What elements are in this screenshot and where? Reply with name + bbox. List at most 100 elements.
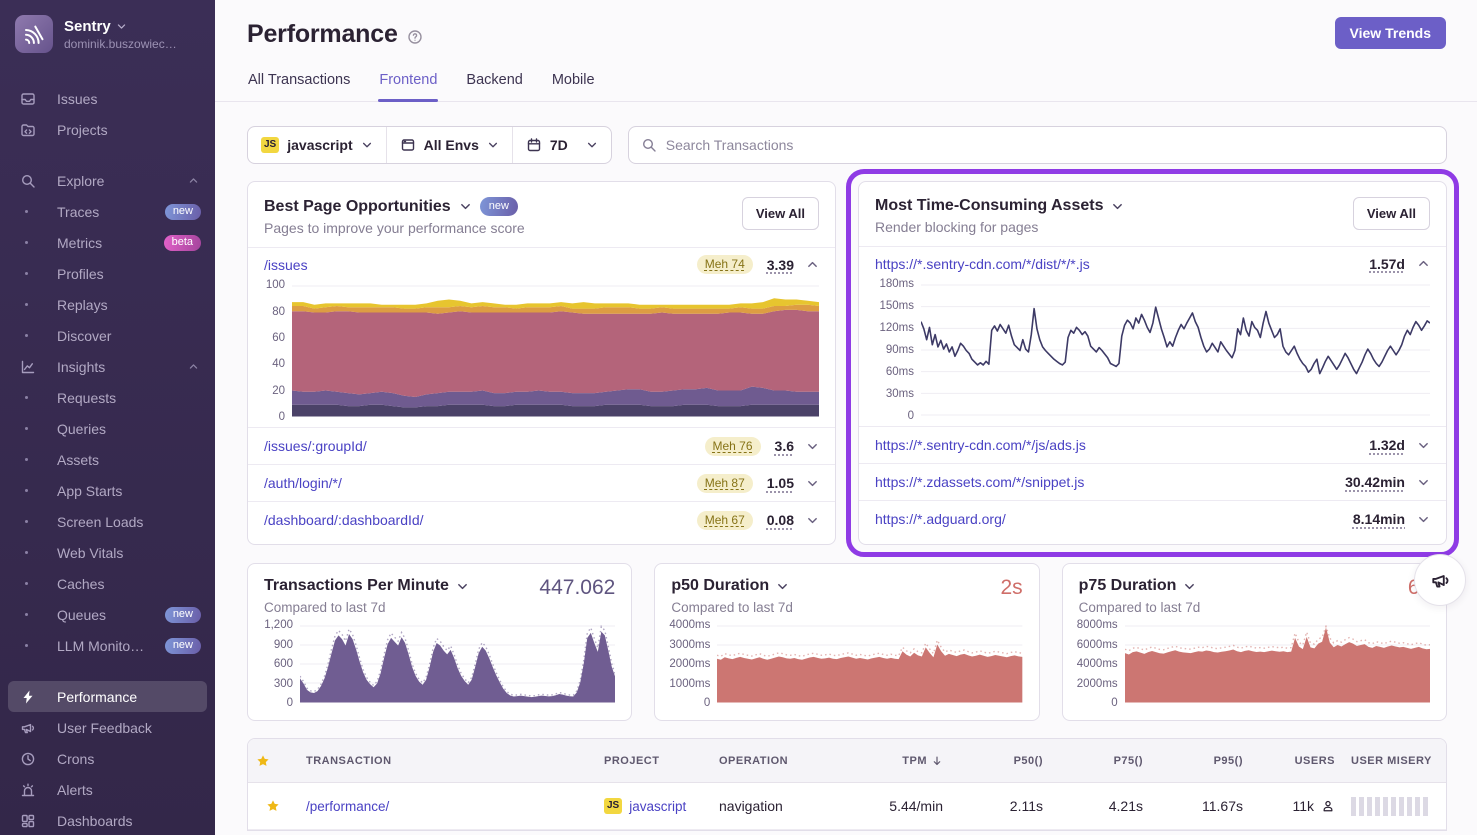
- sidebar-item-replays[interactable]: Replays: [0, 289, 215, 320]
- card-title[interactable]: Most Time-Consuming Assets: [875, 197, 1103, 215]
- column-p75[interactable]: P75(): [1051, 755, 1151, 767]
- row-value[interactable]: 1.05: [767, 475, 794, 491]
- chevron-down-icon[interactable]: [806, 477, 819, 490]
- asset-link[interactable]: https://*.sentry-cdn.com/*/js/ads.js: [875, 437, 1086, 453]
- sidebar-item-queries[interactable]: Queries: [0, 413, 215, 444]
- sidebar-item-caches[interactable]: Caches: [0, 568, 215, 599]
- sidebar-item-screen-loads[interactable]: Screen Loads: [0, 506, 215, 537]
- transaction-link[interactable]: /performance/: [306, 799, 389, 814]
- column-tpm[interactable]: TPM: [823, 755, 951, 767]
- transaction-link[interactable]: /issues: [264, 257, 308, 273]
- card-subtitle: Compared to last 7d: [671, 600, 1022, 615]
- row-value[interactable]: 0.08: [767, 512, 794, 528]
- new-badge: new: [480, 197, 518, 216]
- chevron-down-icon[interactable]: [459, 200, 472, 213]
- card-rows: /issues/:groupId/ Meh 76 3.6 /auth/login…: [248, 427, 835, 538]
- chevron-down-icon[interactable]: [806, 514, 819, 527]
- sidebar-item-insights[interactable]: Insights: [0, 351, 215, 382]
- chevron-up-icon[interactable]: [806, 258, 819, 271]
- sidebar-item-discover[interactable]: Discover: [0, 320, 215, 351]
- search-input[interactable]: [666, 137, 1434, 153]
- chevron-down-icon: [361, 139, 373, 151]
- transaction-link[interactable]: /dashboard/:dashboardId/: [264, 512, 424, 528]
- view-all-button[interactable]: View All: [742, 197, 819, 230]
- sidebar-item-metrics[interactable]: Metrics beta: [0, 227, 215, 258]
- tab-backend[interactable]: Backend: [465, 72, 523, 101]
- chevron-down-icon[interactable]: [776, 580, 789, 593]
- asset-link[interactable]: https://*.zdassets.com/*/snippet.js: [875, 474, 1084, 490]
- row-value[interactable]: 3.6: [775, 438, 794, 454]
- chevron-down-icon[interactable]: [1417, 439, 1430, 452]
- transaction-link[interactable]: /auth/login/*/: [264, 475, 342, 491]
- column-p50[interactable]: P50(): [951, 755, 1051, 767]
- tab-all-transactions[interactable]: All Transactions: [247, 72, 351, 101]
- help-icon[interactable]: [407, 29, 423, 45]
- row-value[interactable]: 1.32d: [1369, 437, 1405, 453]
- chevron-down-icon[interactable]: [806, 440, 819, 453]
- chevron-down-icon[interactable]: [1417, 476, 1430, 489]
- sidebar-item-issues[interactable]: Issues: [0, 83, 215, 114]
- column-users[interactable]: USERS: [1251, 755, 1343, 767]
- chevron-down-icon[interactable]: [1183, 580, 1196, 593]
- sidebar-item-performance[interactable]: Performance: [8, 681, 207, 712]
- chevron-down-icon: [586, 139, 598, 151]
- column-operation[interactable]: OPERATION: [711, 755, 823, 767]
- user-misery-bars: [1351, 797, 1428, 816]
- view-all-button[interactable]: View All: [1353, 197, 1430, 230]
- view-trends-button[interactable]: View Trends: [1335, 17, 1446, 49]
- sidebar-item-app-starts[interactable]: App Starts: [0, 475, 215, 506]
- sidebar-item-profiles[interactable]: Profiles: [0, 258, 215, 289]
- sidebar-item-assets[interactable]: Assets: [0, 444, 215, 475]
- project-link[interactable]: javascript: [629, 799, 686, 814]
- star-icon: [256, 754, 270, 768]
- sidebar-item-requests[interactable]: Requests: [0, 382, 215, 413]
- sidebar-item-crons[interactable]: Crons: [0, 743, 215, 774]
- org-switcher[interactable]: Sentry dominik.buszowiec…: [0, 0, 215, 65]
- column-p95[interactable]: P95(): [1151, 755, 1251, 767]
- chevron-up-icon[interactable]: [188, 175, 199, 186]
- column-favorite[interactable]: [248, 754, 298, 768]
- tab-frontend[interactable]: Frontend: [378, 72, 438, 101]
- asset-link[interactable]: https://*.adguard.org/: [875, 511, 1006, 527]
- p95-cell: 11.67s: [1151, 798, 1251, 814]
- chevron-down-icon[interactable]: [1417, 513, 1430, 526]
- column-project[interactable]: PROJECT: [596, 755, 711, 767]
- chevron-down-icon[interactable]: [1111, 200, 1124, 213]
- tab-mobile[interactable]: Mobile: [551, 72, 596, 101]
- sidebar-item-web-vitals[interactable]: Web Vitals: [0, 537, 215, 568]
- sidebar-item-user-feedback[interactable]: User Feedback: [0, 712, 215, 743]
- project-filter[interactable]: JS javascript: [248, 127, 387, 163]
- row-value[interactable]: 8.14min: [1353, 511, 1405, 527]
- score-badge[interactable]: Meh 76: [705, 437, 761, 456]
- chevron-up-icon[interactable]: [188, 361, 199, 372]
- date-range-filter[interactable]: 7D: [513, 127, 611, 163]
- row-value[interactable]: 30.42min: [1345, 474, 1405, 490]
- card-title[interactable]: p75 Duration: [1079, 577, 1177, 595]
- sidebar-item-explore[interactable]: Explore: [0, 165, 215, 196]
- transaction-link[interactable]: /issues/:groupId/: [264, 438, 367, 454]
- chevron-down-icon[interactable]: [456, 580, 469, 593]
- card-title[interactable]: p50 Duration: [671, 577, 769, 595]
- score-badge[interactable]: Meh 67: [697, 511, 753, 530]
- score-badge[interactable]: Meh 87: [697, 474, 753, 493]
- chevron-up-icon[interactable]: [1417, 257, 1430, 270]
- row-value[interactable]: 1.57d: [1369, 256, 1405, 272]
- row-value[interactable]: 3.39: [767, 257, 794, 273]
- sidebar-item-projects[interactable]: Projects: [0, 114, 215, 145]
- environment-filter[interactable]: All Envs: [387, 127, 513, 163]
- p50-duration-card: p50 Duration Compared to last 7d 2s 4000…: [654, 563, 1039, 721]
- sidebar-item-traces[interactable]: Traces new: [0, 196, 215, 227]
- column-user-misery[interactable]: USER MISERY: [1343, 755, 1446, 767]
- sentry-logo: [15, 15, 53, 53]
- sidebar-item-dashboards[interactable]: Dashboards: [0, 805, 215, 835]
- star-icon[interactable]: [266, 799, 280, 813]
- sidebar-item-queues[interactable]: Queues new: [0, 599, 215, 630]
- asset-link[interactable]: https://*.sentry-cdn.com/*/dist/*/*.js: [875, 256, 1090, 272]
- card-title[interactable]: Transactions Per Minute: [264, 577, 449, 595]
- column-transaction[interactable]: TRANSACTION: [298, 755, 596, 767]
- score-badge[interactable]: Meh 74: [697, 255, 753, 274]
- sidebar-item-llm-monitoring[interactable]: LLM Monito… new: [0, 630, 215, 661]
- card-title[interactable]: Best Page Opportunities: [264, 198, 451, 216]
- feedback-fab-button[interactable]: [1414, 554, 1466, 606]
- sidebar-item-alerts[interactable]: Alerts: [0, 774, 215, 805]
